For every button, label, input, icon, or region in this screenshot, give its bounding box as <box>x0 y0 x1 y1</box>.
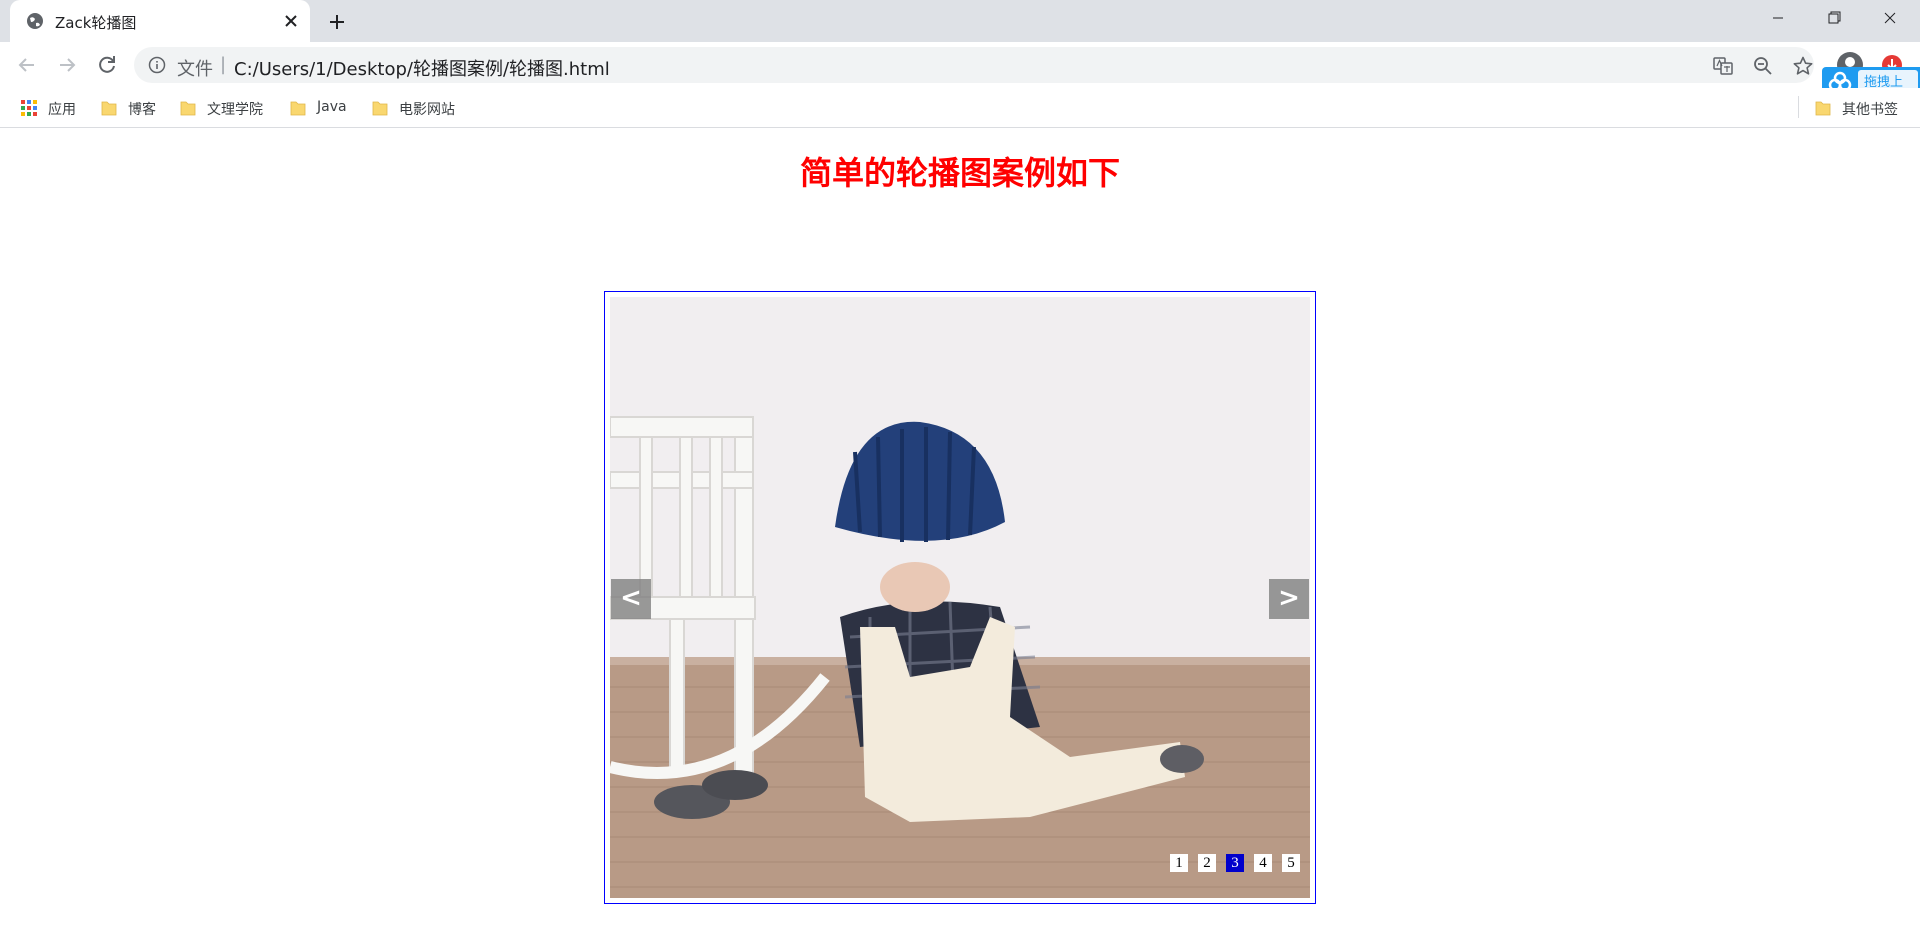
carousel-indicator-2[interactable]: 2 <box>1198 854 1216 872</box>
folder-icon <box>180 101 196 116</box>
bookmark-label: 文理学院 <box>207 102 263 118</box>
address-separator: | <box>220 54 227 75</box>
close-icon[interactable] <box>280 10 302 32</box>
apps-grid-icon <box>21 100 37 116</box>
tab-title: Zack轮播图 <box>55 14 137 32</box>
info-icon[interactable] <box>148 56 166 74</box>
bookmarks-divider <box>1798 96 1799 118</box>
star-icon[interactable] <box>1792 55 1814 77</box>
forward-icon[interactable] <box>52 50 82 80</box>
reload-icon[interactable] <box>92 50 122 80</box>
bookmark-label: 电影网站 <box>399 102 455 118</box>
translate-icon[interactable] <box>1712 55 1734 77</box>
zoom-out-icon[interactable] <box>1752 55 1774 77</box>
restore-icon[interactable] <box>1806 0 1862 36</box>
carousel-indicator-1[interactable]: 1 <box>1170 854 1188 872</box>
carousel-prev-button[interactable]: < <box>611 579 651 619</box>
carousel-slide-image <box>610 297 1310 898</box>
window-close-icon[interactable] <box>1862 0 1918 36</box>
globe-icon <box>27 13 43 29</box>
folder-icon <box>290 101 306 116</box>
page-heading: 简单的轮播图案例如下 <box>799 154 1120 192</box>
browser-tab[interactable]: Zack轮播图 <box>10 0 310 42</box>
bookmark-label: Java <box>317 99 347 115</box>
bookmark-label: 博客 <box>128 102 156 118</box>
carousel: < > 1 2 3 4 5 <box>604 291 1316 904</box>
carousel-next-button[interactable]: > <box>1269 579 1309 619</box>
folder-icon <box>372 101 388 116</box>
address-bar[interactable]: 文件 | C:/Users/1/Desktop/轮播图案例/轮播图.html <box>134 47 1814 83</box>
folder-icon <box>101 101 117 116</box>
carousel-indicator-3[interactable]: 3 <box>1226 854 1244 872</box>
carousel-indicator-5[interactable]: 5 <box>1282 854 1300 872</box>
back-icon[interactable] <box>12 50 42 80</box>
bookmarks-bar: 应用 博客 文理学院 Java 电影网站 其他书签 <box>0 88 1920 128</box>
folder-icon <box>1815 101 1831 116</box>
tab-strip: Zack轮播图 <box>0 0 1920 42</box>
url-text[interactable]: C:/Users/1/Desktop/轮播图案例/轮播图.html <box>234 55 610 81</box>
other-bookmarks-label: 其他书签 <box>1842 102 1898 118</box>
bookmark-label: 应用 <box>48 102 76 118</box>
browser-toolbar: 文件 | C:/Users/1/Desktop/轮播图案例/轮播图.html <box>0 42 1920 88</box>
address-scheme: 文件 <box>177 59 213 80</box>
carousel-indicator-4[interactable]: 4 <box>1254 854 1272 872</box>
new-tab-icon[interactable] <box>325 10 349 34</box>
minimize-icon[interactable] <box>1750 0 1806 36</box>
